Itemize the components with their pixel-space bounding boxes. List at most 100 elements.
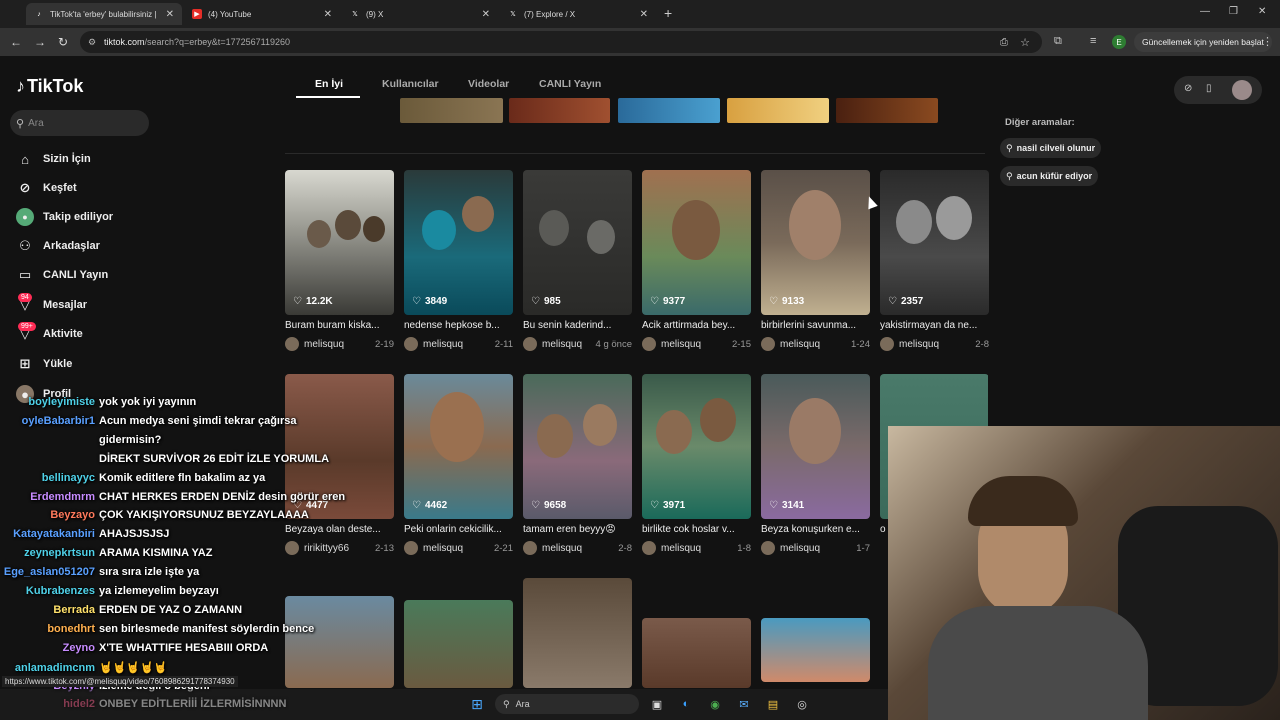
sidebar-item-upload[interactable]: ⊞ Yükle	[16, 355, 73, 373]
sidebar-item-explore[interactable]: ⊘ Keşfet	[16, 179, 77, 197]
windows-start-icon[interactable]: ⊞	[468, 695, 486, 713]
video-author[interactable]: melisquq	[661, 339, 701, 350]
device-icon[interactable]: ▯	[1206, 83, 1212, 94]
avatar[interactable]	[642, 337, 656, 351]
sidebar-item-friends[interactable]: ⚇ Arkadaşlar	[16, 237, 100, 255]
video-thumbnail[interactable]	[404, 600, 513, 688]
tab-users[interactable]: Kullanıcılar	[382, 78, 439, 90]
video-author[interactable]: melisquq	[304, 339, 344, 350]
app-icon[interactable]: ◎	[793, 695, 811, 713]
new-tab-icon[interactable]: +	[664, 5, 672, 21]
search-input[interactable]: ⚲ Ara	[10, 110, 149, 136]
video-thumbnail[interactable]	[523, 578, 632, 688]
avatar[interactable]	[880, 337, 894, 351]
forward-icon[interactable]: →	[34, 35, 46, 49]
coin-icon[interactable]: ⊘	[1184, 83, 1192, 94]
profile-avatar[interactable]: E	[1112, 35, 1126, 49]
sidebar-item-for-you[interactable]: ⌂ Sizin İçin	[16, 150, 91, 168]
back-icon[interactable]: ←	[10, 35, 22, 49]
video-title[interactable]: tamam eren beyyy😡	[523, 524, 632, 535]
chrome-icon[interactable]: ◉	[706, 695, 724, 713]
tab-x-explore[interactable]: 𝕏 (7) Explore / X ✕	[500, 3, 656, 25]
video-thumbnail[interactable]	[727, 98, 829, 123]
video-card[interactable]: ♡ 9377 Acik arttirmada bey... melisquq 2-1…	[642, 170, 751, 351]
reload-icon[interactable]: ↻	[58, 35, 68, 49]
video-thumbnail[interactable]: ♡ 3971	[642, 374, 751, 519]
tab-tiktok[interactable]: ♪ TikTok'ta 'erbey' bulabilirsiniz | ✕	[26, 3, 182, 25]
video-title[interactable]: Beyza konuşurken e...	[761, 524, 870, 535]
media-control-icon[interactable]: ≡	[1090, 35, 1096, 47]
video-title[interactable]: birbirlerini savunma...	[761, 320, 870, 331]
video-title[interactable]: yakistirmayan da ne...	[880, 320, 989, 331]
video-author[interactable]: melisquq	[661, 543, 701, 554]
video-card[interactable]: ♡ 3849 nedense hepkose b... melisquq 2-11	[404, 170, 513, 351]
close-window-icon[interactable]: ✕	[1258, 6, 1266, 17]
close-icon[interactable]: ✕	[640, 9, 648, 20]
update-restart-button[interactable]: Güncellemek için yeniden başlat	[1134, 32, 1272, 52]
video-title[interactable]: Acik arttirmada bey...	[642, 320, 751, 331]
video-card[interactable]: ♡ 2357 yakistirmayan da ne... melisquq 2-8	[880, 170, 989, 351]
avatar[interactable]	[404, 337, 418, 351]
avatar[interactable]	[761, 541, 775, 555]
close-icon[interactable]: ✕	[324, 9, 332, 20]
video-thumbnail[interactable]: ♡ 3141	[761, 374, 870, 519]
tab-top[interactable]: En İyi	[315, 78, 343, 90]
video-card[interactable]: ♡ 9658 tamam eren beyyy😡 melisquq 2-8	[523, 374, 632, 555]
video-author[interactable]: melisquq	[542, 543, 582, 554]
related-search-chip[interactable]: ⚲ nasil cilveli olunur	[1000, 138, 1102, 158]
video-card[interactable]: ♡ 4462 Peki onlarin cekicilik... melisquq…	[404, 374, 513, 555]
tab-x[interactable]: 𝕏 (9) X ✕	[342, 3, 498, 25]
avatar[interactable]	[404, 541, 418, 555]
video-author[interactable]: melisquq	[780, 543, 820, 554]
video-thumbnail[interactable]	[836, 98, 938, 123]
video-thumbnail[interactable]: ♡ 9133	[761, 170, 870, 315]
avatar[interactable]	[523, 337, 537, 351]
video-author[interactable]: ririkittyy66	[304, 543, 349, 554]
video-thumbnail[interactable]: ♡ 9377	[642, 170, 751, 315]
video-title[interactable]: birlikte cok hoslar v...	[642, 524, 751, 535]
video-card[interactable]: ♡ 9133 birbirlerini savunma... melisquq 1-…	[761, 170, 870, 351]
video-thumbnail[interactable]	[400, 98, 503, 123]
video-thumbnail[interactable]: ♡ 12.2K	[285, 170, 394, 315]
tab-videos[interactable]: Videolar	[468, 78, 509, 90]
video-author[interactable]: melisquq	[780, 339, 820, 350]
video-thumbnail[interactable]	[761, 618, 870, 682]
video-thumbnail[interactable]: ♡ 9658	[523, 374, 632, 519]
extensions-icon[interactable]: ⧉	[1054, 35, 1062, 48]
bookmark-star-icon[interactable]: ☆	[1020, 36, 1030, 49]
edge-icon[interactable]: ◐	[677, 695, 695, 713]
video-title[interactable]: Peki onlarin cekicilik...	[404, 524, 513, 535]
file-explorer-icon[interactable]: ▤	[764, 695, 782, 713]
video-author[interactable]: melisquq	[899, 339, 939, 350]
menu-kebab-icon[interactable]: ⋮	[1262, 35, 1273, 48]
video-card[interactable]: ♡ 3971 birlikte cok hoslar v... melisquq 1…	[642, 374, 751, 555]
video-thumbnail[interactable]: ♡ 3849	[404, 170, 513, 315]
sidebar-item-live[interactable]: ▭ CANLI Yayın	[16, 266, 108, 284]
minimize-icon[interactable]: —	[1200, 6, 1210, 17]
video-title[interactable]: Beyzaya olan deste...	[285, 524, 394, 535]
site-info-icon[interactable]: ⚙	[88, 37, 96, 48]
tiktok-logo[interactable]: ♪ TikTok	[16, 76, 83, 97]
video-card[interactable]: ♡ 985 Bu senin kaderind... melisquq 4 g ön…	[523, 170, 632, 351]
video-thumbnail[interactable]	[642, 618, 751, 688]
avatar[interactable]	[642, 541, 656, 555]
install-app-icon[interactable]: ⎙	[1000, 37, 1008, 48]
video-thumbnail[interactable]: ♡ 4462	[404, 374, 513, 519]
close-icon[interactable]: ✕	[482, 9, 490, 20]
avatar[interactable]	[1232, 80, 1252, 100]
url-bar[interactable]: ⚙ tiktok.com /search?q=erbey&t=177256711…	[80, 31, 1042, 53]
video-author[interactable]: melisquq	[423, 543, 463, 554]
tab-youtube[interactable]: ▶ (4) YouTube ✕	[184, 3, 340, 25]
avatar[interactable]	[761, 337, 775, 351]
video-thumbnail[interactable]: ♡ 2357	[880, 170, 989, 315]
video-thumbnail[interactable]: ♡ 985	[523, 170, 632, 315]
video-card[interactable]: ♡ 12.2K Buram buram kiska... melisquq 2-19	[285, 170, 394, 351]
sidebar-item-following[interactable]: ● Takip ediliyor	[16, 208, 113, 226]
task-view-icon[interactable]: ▣	[648, 695, 666, 713]
video-author[interactable]: melisquq	[542, 339, 582, 350]
video-title[interactable]: nedense hepkose b...	[404, 320, 513, 331]
avatar[interactable]	[523, 541, 537, 555]
video-card[interactable]: ♡ 3141 Beyza konuşurken e... melisquq 1-7	[761, 374, 870, 555]
video-title[interactable]: Bu senin kaderind...	[523, 320, 632, 331]
avatar[interactable]	[285, 541, 299, 555]
